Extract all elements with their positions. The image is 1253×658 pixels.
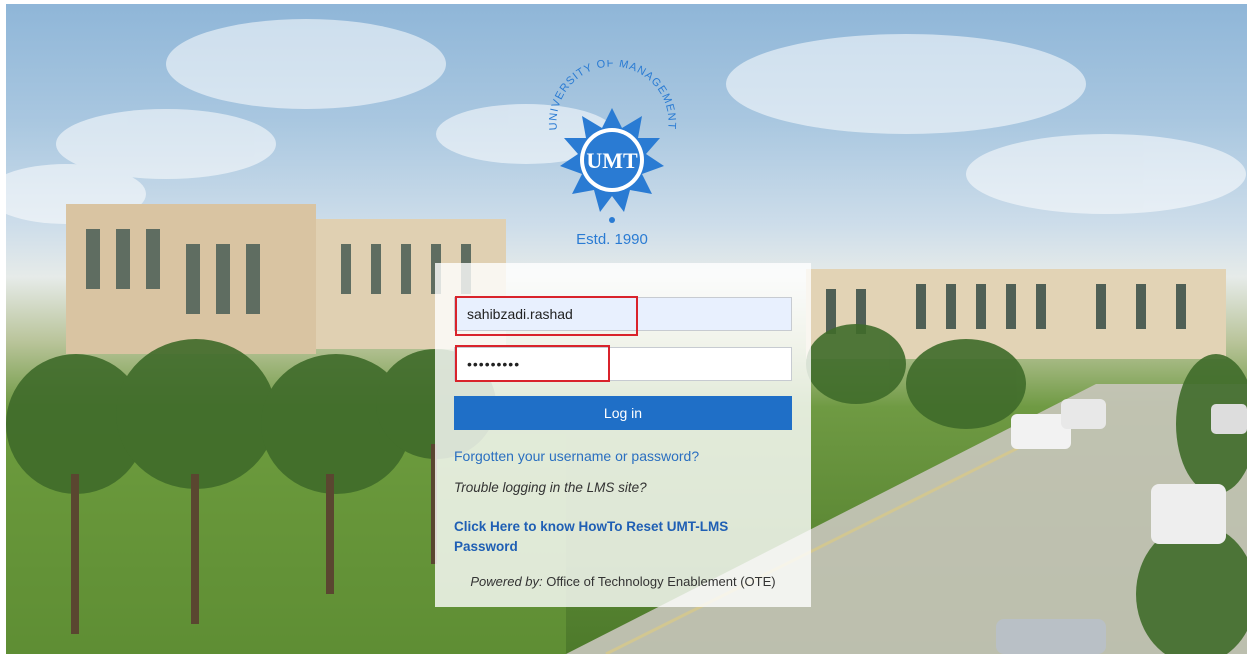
umt-logo: UNIVERSITY OF MANAGEMENT AND TECHNOLOGY … <box>540 51 680 252</box>
forgot-password-link[interactable]: Forgotten your username or password? <box>454 448 699 464</box>
powered-by-org: Office of Technology Enablement (OTE) <box>546 574 776 589</box>
established-year: Estd. 1990 <box>576 231 648 248</box>
username-input[interactable]: sahibzadi.rashad <box>454 297 792 331</box>
login-panel: sahibzadi.rashad ••••••••• Log in Forgot… <box>435 263 811 607</box>
trouble-logging-text: Trouble logging in the LMS site? <box>454 480 647 495</box>
reset-password-help-link[interactable]: Click Here to know HowTo Reset UMT-LMS P… <box>454 517 764 557</box>
powered-by-footer: Powered by: Office of Technology Enablem… <box>435 574 811 589</box>
logo-monogram: UMT <box>586 148 638 173</box>
login-button[interactable]: Log in <box>454 396 792 430</box>
powered-by-label: Powered by: <box>470 574 543 589</box>
password-input[interactable]: ••••••••• <box>454 347 792 381</box>
